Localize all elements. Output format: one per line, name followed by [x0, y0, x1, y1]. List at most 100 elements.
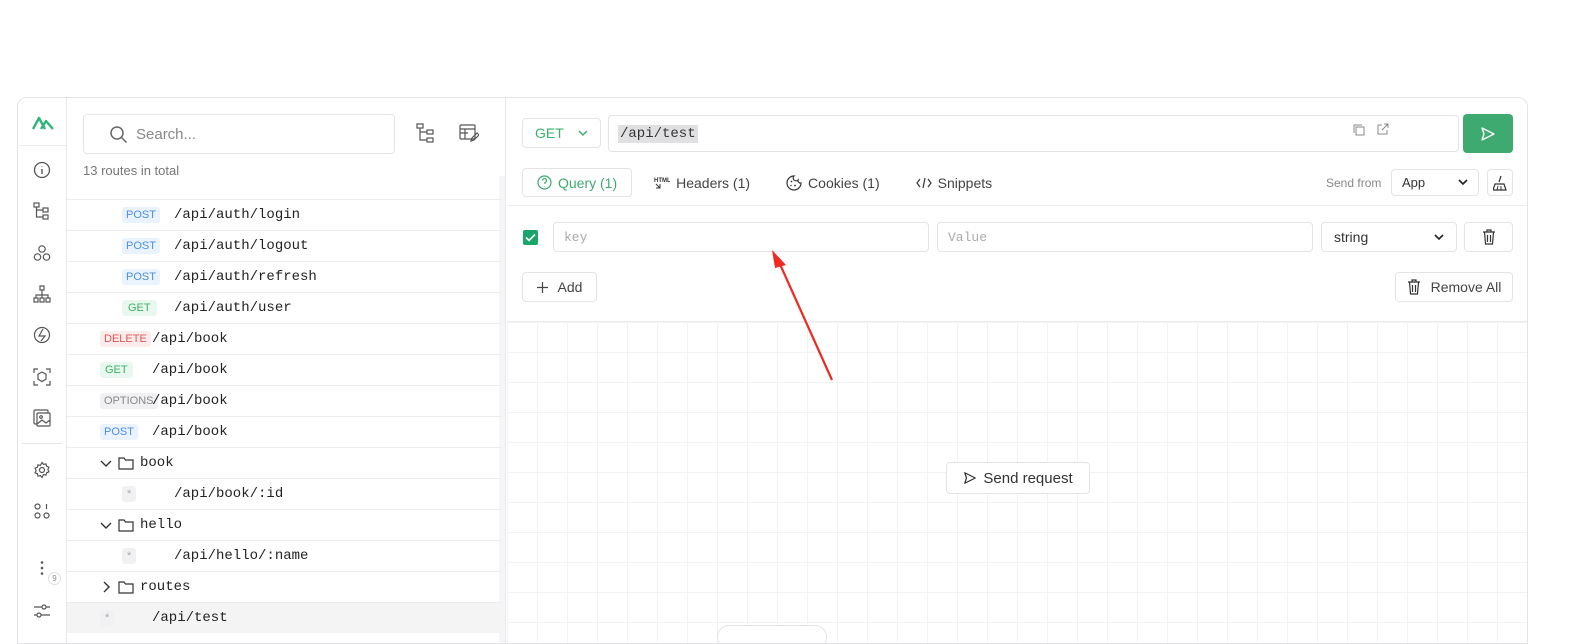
server-routes-icon[interactable]: [31, 324, 53, 346]
route-path: /api/hello/:name: [174, 548, 309, 564]
chevron-down-icon: [1458, 179, 1468, 186]
route-path: /api/book: [152, 424, 228, 440]
route-path: /api/auth/logout: [174, 238, 309, 254]
check-icon: [525, 233, 536, 242]
route-path: /api/book: [152, 362, 228, 378]
route-path: /api/auth/user: [174, 300, 292, 316]
pinia-icon[interactable]: [31, 242, 53, 264]
routes-total: 13 routes in total: [83, 163, 180, 178]
tab-query[interactable]: Query (1): [522, 168, 633, 197]
param-key-input[interactable]: key: [553, 222, 929, 252]
method-badge: *: [122, 486, 137, 502]
tab-headers[interactable]: HTML Headers (1): [640, 168, 764, 197]
send-request-button[interactable]: Send request: [946, 462, 1090, 494]
tree-view-icon[interactable]: [412, 120, 438, 146]
bottom-toolbar-pill[interactable]: [717, 625, 827, 643]
tab-snippets[interactable]: Snippets: [902, 168, 1006, 197]
folder-row[interactable]: routes: [67, 571, 501, 602]
route-row[interactable]: POST/api/auth/logout: [67, 230, 501, 261]
send-from-label: Send from: [1326, 176, 1382, 190]
sitemap-icon[interactable]: [31, 283, 53, 305]
send-icon: [964, 472, 977, 484]
route-row[interactable]: POST/api/auth/refresh: [67, 261, 501, 292]
add-param-button[interactable]: Add: [522, 272, 597, 302]
send-button[interactable]: [1463, 114, 1513, 153]
route-row[interactable]: * /api/hello/:name: [67, 540, 501, 571]
routes-tree: POST/api/auth/login POST/api/auth/logout…: [67, 199, 501, 633]
route-row[interactable]: GET/api/book: [67, 354, 501, 385]
folder-row[interactable]: hello: [67, 509, 501, 540]
method-badge: POST: [122, 238, 160, 254]
request-tabs: Query (1) HTML Headers (1) Cookies (1) S…: [522, 168, 1006, 197]
folder-name: hello: [140, 517, 183, 533]
components-tree-icon[interactable]: [31, 200, 53, 222]
method-badge: *: [122, 548, 137, 564]
route-path: /api/book: [152, 393, 228, 409]
external-link-icon[interactable]: [1377, 123, 1389, 135]
send-from-select[interactable]: App: [1391, 169, 1479, 196]
images-icon[interactable]: [31, 407, 53, 429]
sliders-icon[interactable]: [31, 600, 53, 622]
route-row[interactable]: OPTIONS/api/book: [67, 385, 501, 416]
param-type-select[interactable]: string: [1321, 222, 1457, 252]
tab-cookies[interactable]: Cookies (1): [772, 168, 894, 197]
method-badge: POST: [100, 424, 138, 440]
svg-text:HTML: HTML: [654, 178, 670, 184]
route-row[interactable]: POST/api/book: [67, 416, 501, 447]
scan-box-icon[interactable]: [31, 366, 53, 388]
copy-icon[interactable]: [1353, 124, 1365, 136]
chevron-down-icon: [1434, 233, 1444, 240]
method-badge: GET: [100, 362, 133, 378]
trash-icon: [1407, 279, 1420, 295]
table-edit-icon[interactable]: [456, 120, 482, 146]
notification-count-badge: 9: [48, 572, 61, 585]
chevron-right-icon: [103, 581, 110, 593]
route-path: /api/book: [152, 331, 228, 347]
method-value: GET: [535, 125, 564, 141]
folder-row[interactable]: book: [67, 447, 501, 478]
route-row[interactable]: * /api/book/:id: [67, 478, 501, 509]
code-icon: [915, 177, 932, 188]
modules-icon[interactable]: [31, 500, 53, 522]
method-badge: POST: [122, 207, 160, 223]
plus-icon: [536, 281, 548, 293]
trash-icon: [1482, 229, 1495, 245]
param-value-input[interactable]: Value: [937, 222, 1313, 252]
search-input[interactable]: Search...: [136, 126, 196, 143]
delete-param-button[interactable]: [1464, 222, 1513, 252]
folder-icon: [118, 457, 134, 470]
method-badge: DELETE: [100, 331, 151, 347]
chevron-down-icon: [100, 460, 112, 467]
remove-all-button[interactable]: Remove All: [1395, 272, 1513, 302]
search-box[interactable]: Search...: [83, 114, 395, 154]
route-row[interactable]: GET/api/auth/user: [67, 292, 501, 323]
chevron-down-icon: [100, 522, 112, 529]
cookie-icon: [786, 174, 802, 191]
clear-broom-button[interactable]: [1487, 169, 1513, 196]
route-path: /api/auth/login: [174, 207, 301, 223]
send-icon: [1481, 126, 1495, 141]
search-icon: [110, 125, 128, 143]
method-select[interactable]: GET: [522, 118, 601, 148]
route-row[interactable]: POST/api/auth/login: [67, 199, 501, 230]
info-icon[interactable]: [31, 159, 53, 181]
folder-icon: [118, 581, 134, 594]
method-badge: GET: [122, 300, 157, 316]
nuxt-logo-icon[interactable]: [18, 98, 67, 146]
route-path: /api/test: [152, 610, 228, 626]
url-value: /api/test: [618, 124, 698, 143]
route-row[interactable]: DELETE/api/book: [67, 323, 501, 354]
method-badge: OPTIONS: [100, 393, 158, 409]
url-input[interactable]: /api/test: [608, 115, 1459, 152]
icon-rail: 9: [18, 98, 67, 643]
broom-icon: [1493, 175, 1507, 191]
method-badge: POST: [122, 269, 160, 285]
chevron-down-icon: [578, 130, 588, 137]
param-enabled-checkbox[interactable]: [523, 230, 538, 245]
settings-gear-icon[interactable]: [31, 459, 53, 481]
method-badge: *: [100, 610, 115, 626]
route-row-selected[interactable]: * /api/test: [67, 602, 501, 633]
html-icon: HTML: [654, 178, 670, 188]
routes-panel: Search... 13 routes in total POST/api/au…: [67, 98, 506, 643]
app-window: 9 Search... 13 routes in total POST/api/…: [17, 97, 1528, 644]
